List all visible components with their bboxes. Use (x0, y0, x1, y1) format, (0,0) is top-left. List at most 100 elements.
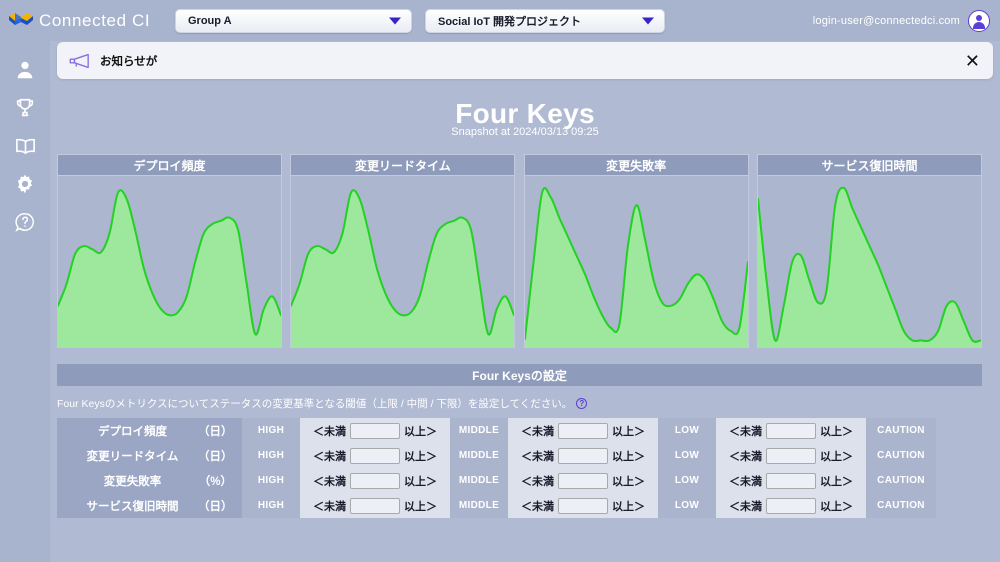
table-row: デプロイ頻度 （日） (67, 418, 233, 443)
gear-icon (14, 173, 36, 195)
level-label: CAUTION (877, 500, 925, 511)
card-title: サービス復旧時間 (756, 154, 982, 176)
operator-less-than: ＜未満 (313, 475, 346, 488)
chevron-down-icon (642, 17, 654, 24)
threshold-input[interactable] (766, 497, 816, 514)
sidebar-item-profile[interactable] (0, 51, 50, 89)
metric-name: デプロイ頻度 (98, 425, 167, 438)
sidebar-item-awards[interactable] (0, 89, 50, 127)
sidebar-item-help[interactable] (0, 203, 50, 241)
chart-area-1 (290, 176, 516, 348)
table-row: ＜未満 以上＞ (508, 443, 658, 468)
level-label: HIGH (257, 450, 285, 461)
project-select[interactable]: Social IoT 開発プロジェクト (425, 8, 665, 33)
close-icon[interactable]: ✕ (965, 52, 980, 70)
threshold-input[interactable] (558, 497, 608, 514)
trophy-icon (14, 97, 36, 119)
table-row: ＜未満 以上＞ (300, 468, 450, 493)
table-row: サービス復旧時間 （日） (67, 493, 233, 518)
user-avatar-icon[interactable] (968, 9, 990, 32)
top-bar: Connected CI Group A Social IoT 開発プロジェクト… (0, 0, 1000, 41)
chart-area-3 (756, 176, 982, 348)
butterfly-logo-icon (8, 12, 34, 30)
table-row: ＜未満 以上＞ (716, 443, 866, 468)
level-label: LOW (674, 425, 700, 436)
metric-card-change-failure-rate: 変更失敗率 (523, 154, 749, 348)
level-label: HIGH (257, 475, 285, 486)
card-title: 変更リードタイム (290, 154, 516, 176)
account-email: login-user@connectedci.com (812, 14, 960, 27)
table-row: ＜未満 以上＞ (508, 418, 658, 443)
operator-greater-than: 以上＞ (404, 450, 437, 463)
question-mark-icon[interactable]: ? (576, 398, 588, 409)
project-select-value: Social IoT 開発プロジェクト (438, 15, 582, 28)
operator-less-than: ＜未満 (729, 500, 762, 513)
metric-card-deploy-frequency: デプロイ頻度 (57, 154, 282, 348)
level-label: LOW (674, 475, 700, 486)
operator-less-than: ＜未満 (521, 475, 554, 488)
operator-greater-than: 以上＞ (404, 475, 437, 488)
threshold-input[interactable] (766, 422, 816, 439)
threshold-input[interactable] (350, 497, 400, 514)
level-column-caution: CAUTION CAUTION CAUTION CAUTION (866, 418, 936, 518)
table-row: 変更失敗率 （%） (67, 468, 232, 493)
threshold-input[interactable] (558, 447, 608, 464)
settings-section-title: Four Keysの設定 (57, 364, 982, 386)
metric-card-lead-time: 変更リードタイム (290, 154, 516, 348)
notification-text: お知らせが (100, 55, 158, 68)
megaphone-icon (68, 53, 90, 69)
operator-greater-than: 以上＞ (404, 500, 437, 513)
table-row: ＜未満 以上＞ (300, 418, 450, 443)
sidebar-item-docs[interactable] (0, 127, 50, 165)
charts-row: デプロイ頻度 変更リードタイム 変更失敗率 サービス復旧時間 (57, 154, 982, 348)
threshold-input[interactable] (766, 447, 816, 464)
sidebar-item-settings[interactable] (0, 165, 50, 203)
operator-less-than: ＜未満 (313, 450, 346, 463)
metric-name: 変更リードタイム (86, 450, 179, 463)
threshold-input-column-3: ＜未満 以上＞ ＜未満 以上＞ ＜未満 以上＞ ＜未満 以上＞ (716, 418, 866, 518)
threshold-table: デプロイ頻度 （日） 変更リードタイム （日） 変更失敗率 （%） サービス復旧… (57, 418, 936, 518)
operator-greater-than: 以上＞ (820, 425, 853, 438)
sidebar (0, 41, 50, 562)
metric-name-column: デプロイ頻度 （日） 変更リードタイム （日） 変更失敗率 （%） サービス復旧… (57, 418, 242, 518)
threshold-input[interactable] (350, 447, 400, 464)
metric-name: サービス復旧時間 (86, 500, 179, 513)
operator-greater-than: 以上＞ (820, 500, 853, 513)
level-label: CAUTION (877, 425, 925, 436)
operator-greater-than: 以上＞ (820, 475, 853, 488)
operator-greater-than: 以上＞ (404, 425, 437, 438)
threshold-input[interactable] (558, 472, 608, 489)
metric-unit: （%） (198, 475, 232, 488)
card-title: 変更失敗率 (523, 154, 749, 176)
metric-unit: （日） (198, 500, 233, 513)
operator-greater-than: 以上＞ (820, 450, 853, 463)
threshold-input[interactable] (350, 422, 400, 439)
table-row: ＜未満 以上＞ (716, 418, 866, 443)
operator-less-than: ＜未満 (729, 450, 762, 463)
operator-less-than: ＜未満 (729, 425, 762, 438)
threshold-input[interactable] (766, 472, 816, 489)
level-column-middle: MIDDLE MIDDLE MIDDLE MIDDLE (450, 418, 508, 518)
group-select[interactable]: Group A (175, 8, 412, 33)
table-row: ＜未満 以上＞ (508, 468, 658, 493)
operator-greater-than: 以上＞ (612, 475, 645, 488)
book-icon (14, 135, 37, 158)
threshold-input[interactable] (558, 422, 608, 439)
person-icon (14, 59, 36, 81)
metric-card-restore-time: サービス復旧時間 (756, 154, 982, 348)
level-label: MIDDLE (458, 425, 500, 436)
table-row: 変更リードタイム （日） (67, 443, 233, 468)
chevron-down-icon (389, 17, 401, 24)
level-label: CAUTION (877, 475, 925, 486)
operator-less-than: ＜未満 (521, 500, 554, 513)
operator-greater-than: 以上＞ (612, 425, 645, 438)
table-row: ＜未満 以上＞ (300, 443, 450, 468)
threshold-input[interactable] (350, 472, 400, 489)
level-label: LOW (674, 450, 700, 461)
level-label: CAUTION (877, 450, 925, 461)
brand-logo[interactable]: Connected CI (8, 11, 173, 31)
metric-unit: （日） (198, 450, 233, 463)
table-row: ＜未満 以上＞ (716, 468, 866, 493)
settings-description: Four Keysのメトリクスについてステータスの変更基準となる閾値（上限 / … (57, 398, 573, 410)
page-subtitle: Snapshot at 2024/03/13 09:25 (451, 126, 599, 138)
